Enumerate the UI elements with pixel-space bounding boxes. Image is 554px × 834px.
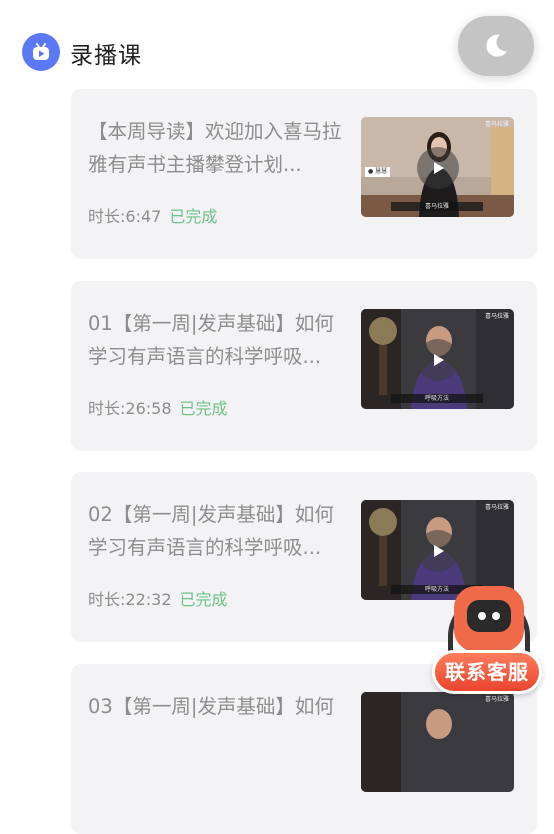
robot-support-icon [454,586,524,652]
play-icon [434,545,444,557]
page-title: 录播课 [70,43,142,69]
lesson-title: 【本周导读】欢迎加入喜马拉雅有声书主播攀登计划... [88,120,342,176]
status-badge: 已完成 [179,399,228,418]
moon-icon [486,34,507,57]
status-badge: 已完成 [169,207,218,226]
tv-icon [22,33,60,71]
robot-eye [492,612,500,620]
status-badge: 已完成 [179,590,228,609]
lesson-card[interactable]: 01【第一周|发声基础】如何学习有声语言的科学呼吸... 时长:26:58 已完成… [71,281,537,451]
video-thumbnail[interactable]: 喜马拉雅 ● 慧慧 喜马拉雅 [361,117,514,217]
night-mode-button[interactable] [458,16,534,76]
lesson-title: 03【第一周|发声基础】如何 [88,695,334,718]
play-button[interactable] [417,339,459,381]
lesson-title: 02【第一周|发声基础】如何学习有声语言的科学呼吸... [88,503,334,559]
play-button[interactable] [417,147,459,189]
lesson-meta: 时长:22:32 已完成 [88,586,228,610]
robot-eye [478,612,486,620]
lesson-duration: 时长:6:47 [88,207,162,226]
brand-tag: 喜马拉雅 [484,313,509,320]
header: 录播课 [0,0,554,90]
video-thumbnail[interactable]: 喜马拉雅 呼吸方法 [361,500,514,600]
video-caption: 呼吸方法 [391,394,483,403]
video-thumbnail[interactable]: 喜马拉雅 [361,692,514,792]
video-thumbnail[interactable]: 喜马拉雅 呼吸方法 [361,309,514,409]
customer-support-button[interactable]: 联系客服 [432,586,542,704]
support-label: 联系客服 [432,650,542,694]
lesson-meta: 时长:26:58 已完成 [88,395,228,419]
play-icon [434,162,444,174]
video-caption: 喜马拉雅 [391,202,483,211]
robot-face [467,600,511,632]
brand-tag: 喜马拉雅 [484,504,509,511]
lesson-title: 01【第一周|发声基础】如何学习有声语言的科学呼吸... [88,312,334,368]
name-tag: ● 慧慧 [365,167,391,177]
lesson-card[interactable]: 【本周导读】欢迎加入喜马拉雅有声书主播攀登计划... 时长:6:47 已完成 喜马… [71,89,537,259]
play-icon [434,354,444,366]
brand-tag: 喜马拉雅 [484,121,509,128]
play-button[interactable] [417,530,459,572]
lesson-duration: 时长:22:32 [88,590,172,609]
lesson-meta: 时长:6:47 已完成 [88,203,217,227]
lesson-duration: 时长:26:58 [88,399,172,418]
